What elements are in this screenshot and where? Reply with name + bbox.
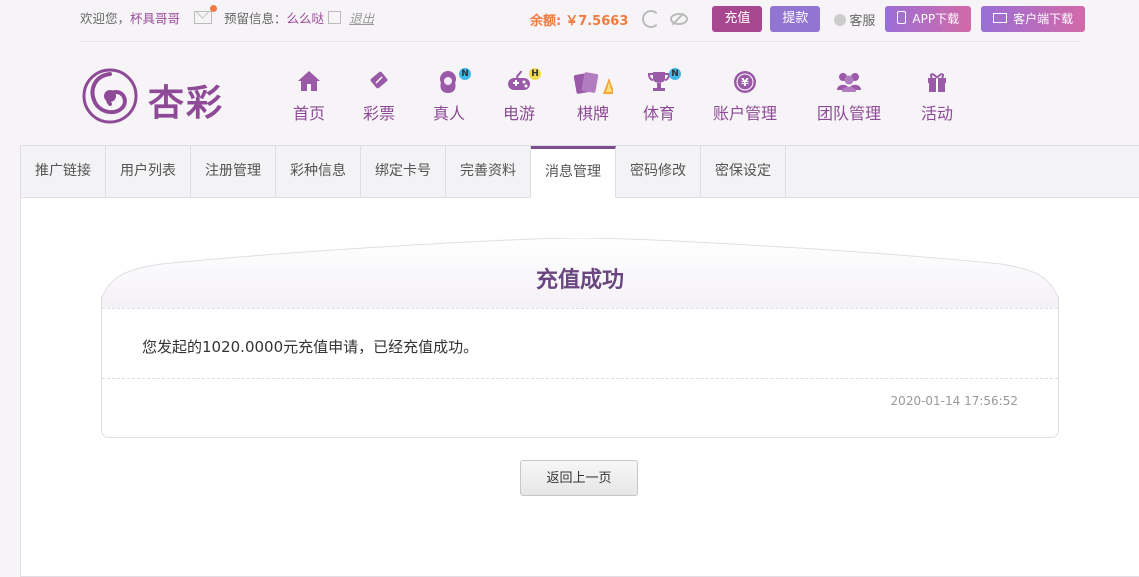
- message-card: 充值成功 您发起的1020.0000元充值申请，已经充值成功。 2020-01-…: [101, 238, 1059, 438]
- cards-icon: [573, 70, 615, 94]
- tab-complete-profile[interactable]: 完善资料: [446, 146, 531, 197]
- app-download-label: APP下载: [912, 12, 960, 26]
- gift-icon: [921, 70, 953, 94]
- balance: 余额: ￥7.5663: [530, 10, 628, 29]
- reserved-info-label: 预留信息：: [224, 11, 287, 26]
- nav-label: 棋牌: [576, 104, 609, 123]
- back-button[interactable]: 返回上一页: [520, 460, 638, 496]
- nav-team[interactable]: 团队管理: [817, 70, 881, 124]
- message-body: 您发起的1020.0000元充值申请，已经充值成功。: [142, 338, 479, 356]
- reserved-info-value: 么么哒: [286, 11, 325, 26]
- nav-home[interactable]: 首页: [293, 70, 325, 124]
- tab-lottery-info[interactable]: 彩种信息: [276, 146, 361, 197]
- balance-label: 余额:: [530, 13, 562, 29]
- hide-balance-icon[interactable]: [670, 13, 689, 25]
- home-icon: [293, 70, 325, 94]
- customer-service-label: 客服: [849, 13, 876, 29]
- phone-icon: [897, 11, 907, 24]
- nav-account[interactable]: ¥ 账户管理: [713, 70, 777, 124]
- nav-label: 真人: [433, 104, 466, 123]
- recharge-button[interactable]: 充值: [712, 6, 763, 32]
- nav-label: 活动: [921, 104, 954, 123]
- tab-change-password[interactable]: 密码修改: [616, 146, 701, 197]
- withdraw-button[interactable]: 提款: [770, 6, 821, 32]
- top-bar: 欢迎您，杯具哥哥 预留信息：么么哒 退出 余额: ￥7.5663 充值 提款 客服 APP下载…: [0, 0, 1139, 42]
- new-badge: N: [669, 68, 682, 80]
- nav-chess-cards[interactable]: 棋牌: [573, 70, 615, 124]
- logo-emblem-icon: [82, 68, 138, 124]
- nav-label: 彩票: [363, 104, 396, 123]
- ticket-icon: [363, 70, 395, 94]
- unread-dot: [210, 5, 218, 12]
- nav-label: 电游: [503, 104, 536, 123]
- team-icon: [817, 70, 881, 94]
- nav-label: 团队管理: [817, 104, 882, 123]
- tab-bind-card[interactable]: 绑定卡号: [361, 146, 446, 197]
- yen-icon: ¥: [713, 70, 777, 94]
- client-download-button[interactable]: 客户端下载: [981, 6, 1086, 32]
- customer-service-link[interactable]: 客服: [834, 10, 875, 29]
- nav-label: 首页: [293, 104, 326, 123]
- welcome-text: 欢迎您，: [80, 11, 131, 26]
- support-icon: [834, 13, 847, 26]
- top-divider: [80, 41, 1080, 42]
- mail-icon[interactable]: [194, 5, 218, 24]
- nav-sports[interactable]: N 体育: [643, 68, 682, 124]
- logo-text: 杏彩: [148, 82, 225, 124]
- trophy-icon: N: [643, 68, 682, 94]
- nav-label: 账户管理: [713, 104, 778, 123]
- message-title: 充值成功: [535, 268, 624, 293]
- balance-amount: ￥7.5663: [565, 13, 629, 29]
- hot-badge: H: [529, 68, 542, 80]
- gamepad-icon: H: [503, 68, 542, 94]
- tab-security-question[interactable]: 密保设定: [701, 146, 786, 197]
- edit-icon[interactable]: [328, 11, 342, 24]
- user-info: 欢迎您，杯具哥哥 预留信息：么么哒 退出: [80, 5, 374, 27]
- tab-messages[interactable]: 消息管理: [531, 146, 616, 198]
- app-download-button[interactable]: APP下载: [885, 6, 972, 32]
- tab-user-list[interactable]: 用户列表: [106, 146, 191, 197]
- nav-slots[interactable]: H 电游: [503, 68, 542, 124]
- content-panel: 推广链接 用户列表 注册管理 彩种信息 绑定卡号 完善资料 消息管理 密码修改 …: [20, 145, 1139, 577]
- account-actions: 余额: ￥7.5663 充值 提款 客服 APP下载 客户端下载: [530, 6, 1086, 32]
- new-badge: N: [459, 68, 472, 80]
- nav-live-casino[interactable]: N 真人: [433, 68, 472, 124]
- tab-promo-link[interactable]: 推广链接: [21, 146, 106, 197]
- tab-registration[interactable]: 注册管理: [191, 146, 276, 197]
- refresh-icon[interactable]: [642, 10, 661, 28]
- svg-text:¥: ¥: [741, 76, 749, 89]
- client-download-label: 客户端下载: [1013, 12, 1074, 26]
- nav-label: 体育: [643, 104, 676, 123]
- dealer-icon: N: [433, 68, 472, 94]
- divider: [102, 308, 1058, 309]
- nav-promotions[interactable]: 活动: [921, 70, 953, 124]
- username[interactable]: 杯具哥哥: [130, 11, 180, 26]
- desktop-icon: [993, 13, 1008, 23]
- nav-lottery[interactable]: 彩票: [363, 70, 395, 124]
- divider: [102, 378, 1058, 379]
- site-logo[interactable]: 杏彩: [80, 66, 235, 126]
- message-body-card: 您发起的1020.0000元充值申请，已经充值成功。 2020-01-14 17…: [101, 308, 1059, 438]
- account-tabs: 推广链接 用户列表 注册管理 彩种信息 绑定卡号 完善资料 消息管理 密码修改 …: [21, 146, 1139, 198]
- logout-link[interactable]: 退出: [349, 11, 374, 26]
- message-timestamp: 2020-01-14 17:56:52: [890, 394, 1018, 408]
